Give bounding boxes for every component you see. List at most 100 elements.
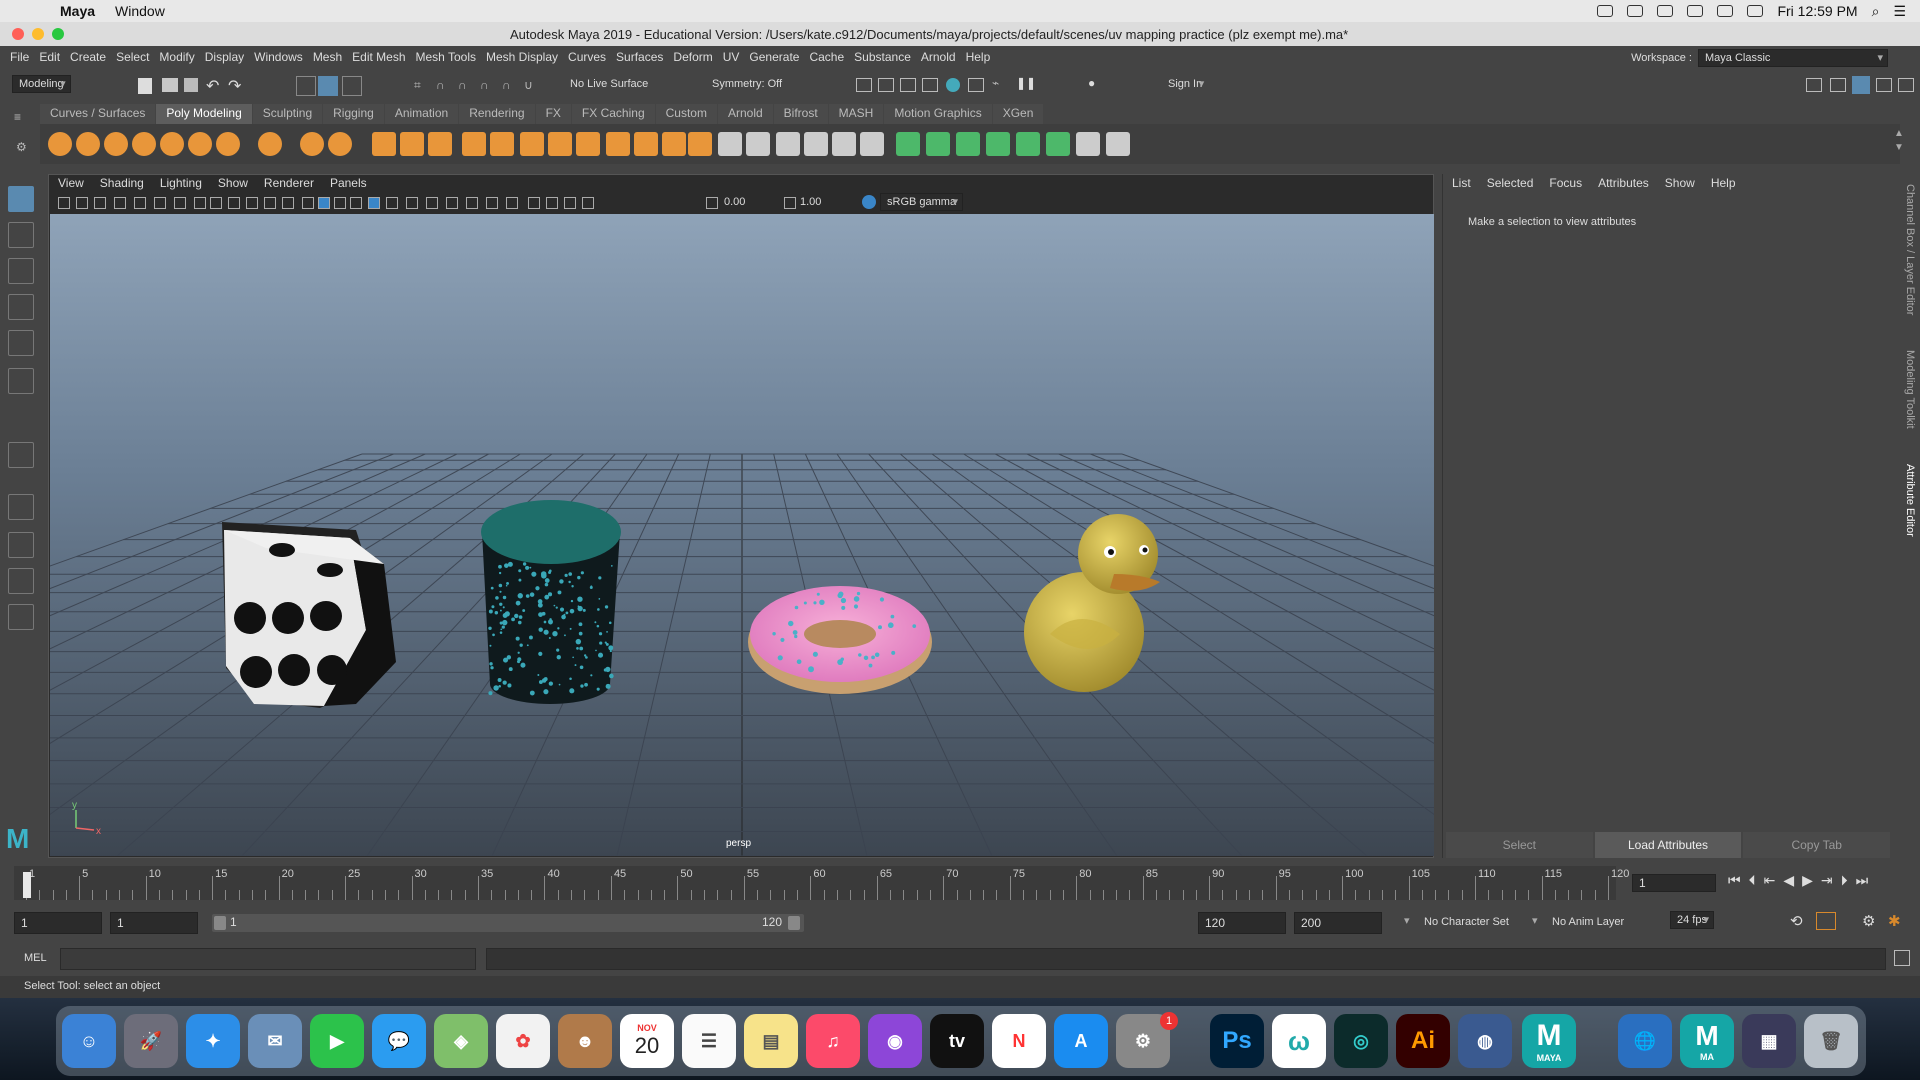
select-button[interactable]: Select xyxy=(1446,832,1593,858)
start-frame-field[interactable]: 1 xyxy=(14,912,102,934)
slide-edge-icon[interactable] xyxy=(832,132,856,156)
wifi-icon[interactable] xyxy=(1627,5,1644,17)
playback-end-field[interactable]: 120 xyxy=(1198,912,1286,934)
loop-icon[interactable]: ⟲ xyxy=(1790,912,1803,930)
network-radar-icon[interactable]: ◍ xyxy=(1458,1014,1512,1068)
mac-menu-app[interactable]: Maya xyxy=(60,3,95,19)
unfold-icon[interactable] xyxy=(1046,132,1070,156)
news-icon[interactable]: N xyxy=(992,1014,1046,1068)
superellipse-icon[interactable] xyxy=(372,132,396,156)
select-camera-icon[interactable] xyxy=(58,197,70,209)
close-window-icon[interactable] xyxy=(12,28,24,40)
view-transform-dropdown[interactable]: sRGB gamma xyxy=(880,193,964,211)
attribute-menu-focus[interactable]: Focus xyxy=(1549,176,1582,190)
shelf-tab-fx-caching[interactable]: FX Caching xyxy=(571,104,655,124)
camera-attributes-icon[interactable] xyxy=(76,197,88,209)
attribute-menu-help[interactable]: Help xyxy=(1711,176,1736,190)
x-ray-active-components-icon[interactable] xyxy=(564,197,576,209)
shelf-tab-animation[interactable]: Animation xyxy=(384,104,459,124)
shelf-settings-icon[interactable]: ⚙ xyxy=(16,140,27,154)
script-editor-icon[interactable] xyxy=(1894,950,1910,966)
minimize-window-icon[interactable] xyxy=(32,28,44,40)
svg-icon[interactable] xyxy=(328,132,352,156)
menu-uv[interactable]: UV xyxy=(723,50,740,64)
step-forward-key-icon[interactable]: ⏵ xyxy=(1841,872,1848,889)
menu-windows[interactable]: Windows xyxy=(254,50,303,64)
exposure-icon[interactable] xyxy=(706,197,718,209)
time-slider[interactable]: 1 5 10 15 20 25 30 35 40 45 50 55 60 65 70 75 80 85 90 95 10… xyxy=(14,866,1629,900)
arnold-tool-icon[interactable]: ⌁ xyxy=(992,76,999,90)
quad-draw-icon[interactable] xyxy=(662,132,686,156)
outliner-layout-icon[interactable] xyxy=(8,604,34,630)
character-set-field[interactable]: No Character Set xyxy=(1424,916,1509,928)
trash-icon[interactable]: 🗑 xyxy=(1804,1014,1858,1068)
modeling-toolkit-toggle-icon[interactable] xyxy=(1806,78,1822,92)
backface-culling-icon[interactable] xyxy=(582,197,594,209)
live-surface-field[interactable]: No Live Surface xyxy=(570,78,648,90)
viewport-menu-show[interactable]: Show xyxy=(218,176,248,190)
finder-icon[interactable]: ☺ xyxy=(62,1014,116,1068)
resolution-gate-icon[interactable] xyxy=(210,197,222,209)
zoom-window-icon[interactable] xyxy=(52,28,64,40)
character-set-arrow-icon[interactable]: ▾ xyxy=(1404,914,1410,927)
menu-display[interactable]: Display xyxy=(205,50,244,64)
textured-icon[interactable] xyxy=(368,197,380,209)
menu-set-dropdown[interactable]: Modeling xyxy=(12,75,71,93)
motion-blur-icon[interactable] xyxy=(446,197,458,209)
shelf-tab-rigging[interactable]: Rigging xyxy=(323,104,384,124)
spotlight-icon[interactable]: ⌕ xyxy=(1872,3,1880,20)
color-management-icon[interactable] xyxy=(862,195,876,209)
render-view-icon[interactable] xyxy=(856,78,872,92)
step-back-frame-icon[interactable]: ⇤ xyxy=(1764,872,1776,889)
image-plane-icon[interactable] xyxy=(114,197,126,209)
gate-mask-icon[interactable] xyxy=(228,197,240,209)
step-back-key-icon[interactable]: ⏴ xyxy=(1749,872,1756,889)
extrude-icon[interactable] xyxy=(520,132,544,156)
playback-start-field[interactable]: 1 xyxy=(110,912,198,934)
automatic-uv-icon[interactable] xyxy=(926,132,950,156)
shelf-tab-arnold[interactable]: Arnold xyxy=(717,104,773,124)
shelf-tab-poly-modeling[interactable]: Poly Modeling xyxy=(156,104,252,124)
safe-title-icon[interactable] xyxy=(282,197,294,209)
select-tool-icon[interactable] xyxy=(8,186,34,212)
exposure-field[interactable]: 0.00 xyxy=(720,195,776,211)
flag-icon[interactable] xyxy=(1687,5,1704,17)
shelf-tab-xgen[interactable]: XGen xyxy=(992,104,1044,124)
snap-point-icon[interactable]: ∩ xyxy=(458,78,467,92)
poly-cone-icon[interactable] xyxy=(132,132,156,156)
wireframe-on-shaded-icon[interactable] xyxy=(350,197,362,209)
range-slider-end-handle[interactable] xyxy=(788,916,800,930)
menu-curves[interactable]: Curves xyxy=(568,50,606,64)
smooth-shade-all-icon[interactable] xyxy=(318,197,330,209)
side-tab-channel-box[interactable]: Channel Box / Layer Editor xyxy=(1904,184,1916,315)
planar-uv-icon[interactable] xyxy=(896,132,920,156)
attribute-editor-toggle-icon[interactable] xyxy=(1852,76,1870,94)
sew-uv-icon[interactable] xyxy=(1106,132,1130,156)
go-to-start-icon[interactable]: ⏮ xyxy=(1728,872,1741,889)
snap-surface-icon[interactable]: ∩ xyxy=(502,78,511,92)
rotate-tool-icon[interactable] xyxy=(8,330,34,356)
select-component-icon[interactable] xyxy=(342,76,362,96)
creative-cloud-icon[interactable] xyxy=(1597,5,1614,17)
scale-tool-icon[interactable] xyxy=(8,368,34,394)
facetime-icon[interactable]: ▶ xyxy=(310,1014,364,1068)
combine-icon[interactable] xyxy=(400,132,424,156)
character-controls-toggle-icon[interactable] xyxy=(1830,78,1846,92)
snap-view-plane-icon[interactable]: ∩ xyxy=(480,78,489,92)
two-view-layout-icon[interactable] xyxy=(8,568,34,594)
contacts-icon[interactable]: ☻ xyxy=(558,1014,612,1068)
anim-layer-arrow-icon[interactable]: ▾ xyxy=(1532,914,1538,927)
render-settings-icon[interactable] xyxy=(922,78,938,92)
viewport-menu-lighting[interactable]: Lighting xyxy=(160,176,202,190)
menu-mesh[interactable]: Mesh xyxy=(313,50,342,64)
fps-dropdown[interactable]: 24 fps xyxy=(1670,911,1714,929)
mac-menu-window[interactable]: Window xyxy=(115,3,165,19)
snap-grid-icon[interactable]: ⌗ xyxy=(414,78,421,93)
play-backwards-icon[interactable]: ◀ xyxy=(1783,872,1794,889)
messages-icon[interactable]: 💬 xyxy=(372,1014,426,1068)
load-attributes-button[interactable]: Load Attributes xyxy=(1594,832,1742,858)
menu-file[interactable]: File xyxy=(10,50,29,64)
menu-select[interactable]: Select xyxy=(116,50,149,64)
hypershade-icon[interactable] xyxy=(946,78,960,92)
range-slider-start-handle[interactable] xyxy=(214,916,226,930)
